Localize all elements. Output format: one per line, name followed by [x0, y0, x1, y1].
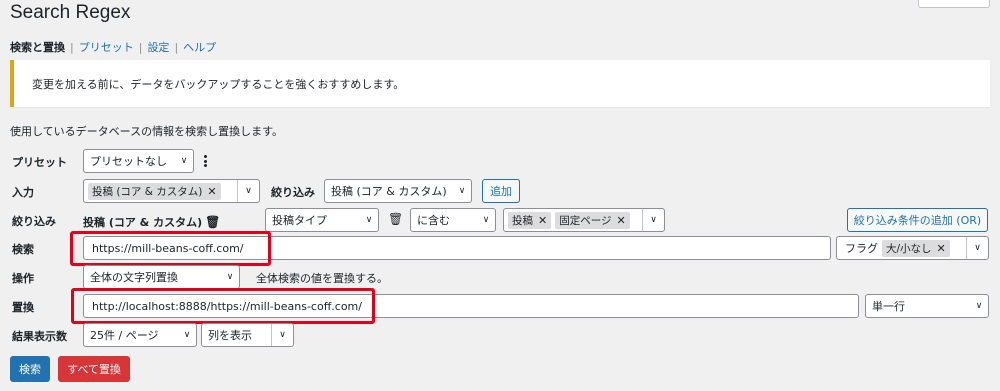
chevron-down-icon: ∨: [226, 272, 234, 282]
action-select-value: 全体の文字列置換: [90, 271, 178, 284]
chevron-down-icon: ∨: [458, 186, 466, 196]
filter-group-label: 投稿 (コア & カスタム): [83, 216, 203, 229]
nav-separator: |: [138, 40, 143, 54]
search-flags-select[interactable]: フラグ 大/小なし ✕ ∨: [836, 236, 989, 260]
trash-icon[interactable]: 🗑: [388, 212, 403, 226]
replace-all-button[interactable]: すべて置換: [58, 356, 130, 382]
filter-tag-label: 投稿: [512, 214, 533, 227]
preset-select[interactable]: プリセットなし ∨: [83, 149, 194, 173]
source-tag[interactable]: 投稿 (コア & カスタム) ✕: [88, 182, 221, 200]
filter-value-multiselect[interactable]: 投稿 ✕ 固定ページ ✕ ∨: [503, 208, 665, 232]
close-icon[interactable]: ✕: [617, 214, 626, 227]
backup-notice: 変更を加える前に、データをバックアップすることを強くおすすめします。: [10, 60, 990, 107]
chevron-down-icon: ∨: [180, 156, 188, 166]
nav-search-replace[interactable]: 検索と置換: [10, 39, 65, 55]
filter-group: 投稿 (コア & カスタム) 🗑: [83, 214, 220, 230]
page-description: 使用しているデータベースの情報を検索し置換します。: [10, 125, 284, 138]
preset-menu-icon[interactable]: [204, 155, 207, 167]
filter-operator-select[interactable]: に含む ∨: [410, 208, 496, 232]
action-select[interactable]: 全体の文字列置換 ∨: [83, 265, 240, 289]
action-note: 全体検索の値を置換する。: [256, 272, 388, 285]
results-label: 結果表示数: [12, 330, 67, 343]
nav-settings[interactable]: 設定: [147, 39, 169, 55]
close-icon[interactable]: ✕: [207, 185, 216, 198]
flag-tag-label: 大/小なし: [886, 242, 932, 255]
filter-label: 絞り込み: [12, 215, 56, 228]
search-button[interactable]: 検索: [10, 356, 50, 382]
chevron-down-icon: ∨: [966, 237, 988, 259]
filter-column-value: 投稿タイプ: [272, 214, 327, 227]
columns-select[interactable]: 列を表示 ∨: [201, 323, 294, 347]
replace-label: 置換: [12, 301, 34, 314]
replace-mode-value: 単一行: [872, 300, 905, 313]
replace-highlight-box: [71, 288, 375, 324]
trash-icon[interactable]: 🗑: [205, 215, 220, 229]
filter-tag-post[interactable]: 投稿 ✕: [508, 211, 552, 229]
source-multiselect[interactable]: 投稿 (コア & カスタム) ✕ ∨: [83, 179, 260, 203]
add-or-filter-button[interactable]: 絞り込み条件の追加 (OR): [847, 208, 988, 232]
nav-presets[interactable]: プリセット: [79, 39, 134, 55]
nav-separator: |: [174, 40, 179, 54]
preset-select-value: プリセットなし: [90, 155, 167, 168]
source-filter-select[interactable]: 投稿 (コア & カスタム) ∨: [324, 179, 472, 203]
chevron-down-icon: ∨: [183, 330, 191, 340]
close-icon[interactable]: ✕: [937, 242, 946, 255]
source-filter-label: 絞り込み: [271, 186, 315, 199]
filter-tag-page[interactable]: 固定ページ ✕: [555, 211, 630, 229]
source-filter-value: 投稿 (コア & カスタム): [331, 185, 447, 198]
flag-tag[interactable]: 大/小なし ✕: [882, 239, 950, 257]
help-tab[interactable]: [918, 0, 990, 8]
chevron-down-icon: ∨: [271, 324, 293, 346]
preset-label: プリセット: [12, 156, 67, 169]
source-tag-label: 投稿 (コア & カスタム): [92, 185, 203, 198]
close-icon[interactable]: ✕: [538, 214, 547, 227]
chevron-down-icon: ∨: [975, 301, 983, 311]
notice-text: 変更を加える前に、データをバックアップすることを強くおすすめします。: [32, 78, 405, 91]
filter-tag-label: 固定ページ: [559, 214, 612, 227]
replace-mode-select[interactable]: 単一行 ∨: [865, 294, 989, 318]
page-title: Search Regex: [10, 2, 131, 23]
columns-select-value: 列を表示: [208, 329, 252, 342]
chevron-down-icon: ∨: [482, 215, 490, 225]
chevron-down-icon: ∨: [237, 180, 259, 202]
search-label: 検索: [12, 243, 34, 256]
results-per-page-select[interactable]: 25件 / ページ ∨: [83, 323, 197, 347]
sub-navigation: 検索と置換 | プリセット | 設定 | ヘルプ: [10, 39, 216, 55]
nav-help[interactable]: ヘルプ: [183, 39, 216, 55]
action-label: 操作: [12, 272, 34, 285]
results-per-page-value: 25件 / ページ: [90, 329, 159, 342]
nav-separator: |: [70, 40, 74, 54]
filter-operator-value: に含む: [417, 214, 450, 227]
flags-label: フラグ: [845, 242, 878, 255]
add-filter-button[interactable]: 追加: [482, 179, 520, 203]
chevron-down-icon: ∨: [642, 209, 664, 231]
filter-column-select[interactable]: 投稿タイプ ∨: [265, 208, 379, 232]
search-highlight-box: [70, 231, 271, 266]
chevron-down-icon: ∨: [365, 215, 373, 225]
source-label: 入力: [12, 186, 34, 199]
